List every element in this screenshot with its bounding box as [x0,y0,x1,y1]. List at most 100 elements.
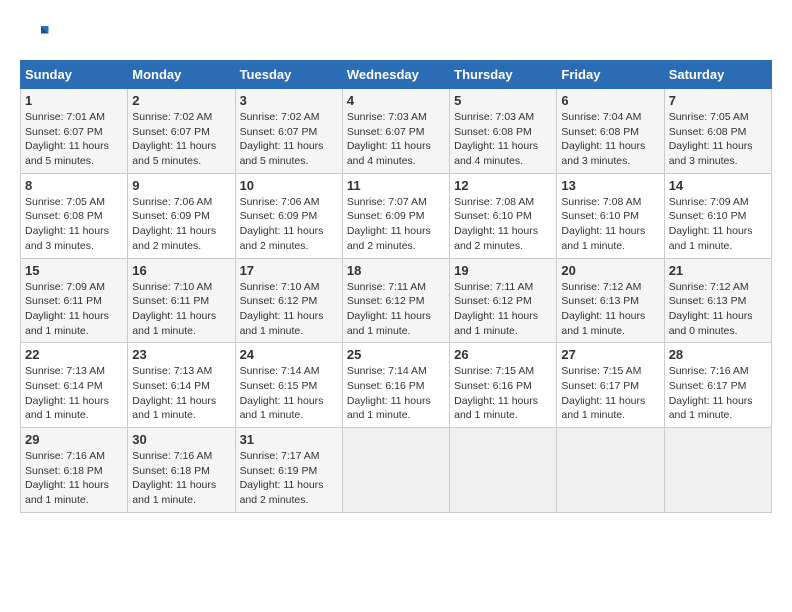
table-row: 25 Sunrise: 7:14 AMSunset: 6:16 PMDayligh… [342,343,449,428]
table-row: 10 Sunrise: 7:06 AMSunset: 6:09 PMDayligh… [235,173,342,258]
day-info: Sunrise: 7:12 AMSunset: 6:13 PMDaylight:… [669,280,767,339]
day-number: 5 [454,93,552,108]
calendar-week-row: 22Sunrise: 7:13 AMSunset: 6:14 PMDayligh… [21,343,772,428]
day-info: Sunrise: 7:08 AMSunset: 6:10 PMDaylight:… [561,195,659,254]
table-row: 5Sunrise: 7:03 AMSunset: 6:08 PMDaylight… [450,89,557,174]
table-row: 3 Sunrise: 7:02 AMSunset: 6:07 PMDaylight… [235,89,342,174]
day-info: Sunrise: 7:11 AMSunset: 6:12 PMDaylight:… [454,280,552,339]
table-row [450,428,557,513]
calendar-week-row: 15 Sunrise: 7:09 AMSunset: 6:11 PMDayligh… [21,258,772,343]
table-row: 9 Sunrise: 7:06 AMSunset: 6:09 PMDaylight… [128,173,235,258]
table-row [557,428,664,513]
day-info: Sunrise: 7:15 AMSunset: 6:16 PMDaylight:… [454,364,552,423]
day-info: Sunrise: 7:08 AMSunset: 6:10 PMDaylight:… [454,195,552,254]
day-info: Sunrise: 7:06 AMSunset: 6:09 PMDaylight:… [240,195,338,254]
col-wednesday: Wednesday [342,61,449,89]
table-row: 23Sunrise: 7:13 AMSunset: 6:14 PMDayligh… [128,343,235,428]
table-row [342,428,449,513]
day-info: Sunrise: 7:13 AMSunset: 6:14 PMDaylight:… [25,364,123,423]
table-row: 14 Sunrise: 7:09 AMSunset: 6:10 PMDayligh… [664,173,771,258]
day-info: Sunrise: 7:09 AMSunset: 6:11 PMDaylight:… [25,280,123,339]
day-info: Sunrise: 7:01 AMSunset: 6:07 PMDaylight:… [25,110,123,169]
table-row [664,428,771,513]
day-number: 26 [454,347,552,362]
day-number: 18 [347,263,445,278]
table-row: 19 Sunrise: 7:11 AMSunset: 6:12 PMDayligh… [450,258,557,343]
table-row: 27 Sunrise: 7:15 AMSunset: 6:17 PMDayligh… [557,343,664,428]
table-row: 16Sunrise: 7:10 AMSunset: 6:11 PMDayligh… [128,258,235,343]
day-info: Sunrise: 7:04 AMSunset: 6:08 PMDaylight:… [561,110,659,169]
calendar-week-row: 29 Sunrise: 7:16 AMSunset: 6:18 PMDayligh… [21,428,772,513]
day-info: Sunrise: 7:03 AMSunset: 6:07 PMDaylight:… [347,110,445,169]
day-number: 16 [132,263,230,278]
day-info: Sunrise: 7:09 AMSunset: 6:10 PMDaylight:… [669,195,767,254]
day-number: 4 [347,93,445,108]
col-monday: Monday [128,61,235,89]
col-tuesday: Tuesday [235,61,342,89]
col-sunday: Sunday [21,61,128,89]
day-info: Sunrise: 7:14 AMSunset: 6:16 PMDaylight:… [347,364,445,423]
day-number: 15 [25,263,123,278]
day-number: 25 [347,347,445,362]
day-info: Sunrise: 7:11 AMSunset: 6:12 PMDaylight:… [347,280,445,339]
table-row: 26 Sunrise: 7:15 AMSunset: 6:16 PMDayligh… [450,343,557,428]
day-number: 27 [561,347,659,362]
day-number: 20 [561,263,659,278]
table-row: 11 Sunrise: 7:07 AMSunset: 6:09 PMDayligh… [342,173,449,258]
calendar-week-row: 1 Sunrise: 7:01 AMSunset: 6:07 PMDaylight… [21,89,772,174]
day-number: 30 [132,432,230,447]
col-saturday: Saturday [664,61,771,89]
table-row: 18 Sunrise: 7:11 AMSunset: 6:12 PMDayligh… [342,258,449,343]
day-info: Sunrise: 7:02 AMSunset: 6:07 PMDaylight:… [132,110,230,169]
table-row: 28 Sunrise: 7:16 AMSunset: 6:17 PMDayligh… [664,343,771,428]
day-number: 2 [132,93,230,108]
table-row: 22Sunrise: 7:13 AMSunset: 6:14 PMDayligh… [21,343,128,428]
calendar-header-row: Sunday Monday Tuesday Wednesday Thursday… [21,61,772,89]
day-number: 7 [669,93,767,108]
day-info: Sunrise: 7:16 AMSunset: 6:18 PMDaylight:… [132,449,230,508]
day-info: Sunrise: 7:10 AMSunset: 6:12 PMDaylight:… [240,280,338,339]
table-row: 7 Sunrise: 7:05 AMSunset: 6:08 PMDaylight… [664,89,771,174]
day-number: 24 [240,347,338,362]
calendar: Sunday Monday Tuesday Wednesday Thursday… [20,60,772,513]
table-row: 2 Sunrise: 7:02 AMSunset: 6:07 PMDaylight… [128,89,235,174]
day-number: 3 [240,93,338,108]
day-number: 1 [25,93,123,108]
day-info: Sunrise: 7:02 AMSunset: 6:07 PMDaylight:… [240,110,338,169]
day-info: Sunrise: 7:16 AMSunset: 6:17 PMDaylight:… [669,364,767,423]
day-info: Sunrise: 7:07 AMSunset: 6:09 PMDaylight:… [347,195,445,254]
day-number: 19 [454,263,552,278]
day-number: 21 [669,263,767,278]
day-number: 10 [240,178,338,193]
day-number: 14 [669,178,767,193]
day-info: Sunrise: 7:05 AMSunset: 6:08 PMDaylight:… [25,195,123,254]
table-row: 12 Sunrise: 7:08 AMSunset: 6:10 PMDayligh… [450,173,557,258]
day-info: Sunrise: 7:05 AMSunset: 6:08 PMDaylight:… [669,110,767,169]
day-number: 9 [132,178,230,193]
day-number: 11 [347,178,445,193]
day-number: 31 [240,432,338,447]
logo-icon [20,20,50,50]
day-number: 17 [240,263,338,278]
day-info: Sunrise: 7:15 AMSunset: 6:17 PMDaylight:… [561,364,659,423]
table-row: 24Sunrise: 7:14 AMSunset: 6:15 PMDayligh… [235,343,342,428]
day-number: 6 [561,93,659,108]
day-info: Sunrise: 7:17 AMSunset: 6:19 PMDaylight:… [240,449,338,508]
day-number: 12 [454,178,552,193]
table-row: 20Sunrise: 7:12 AMSunset: 6:13 PMDayligh… [557,258,664,343]
table-row: 8 Sunrise: 7:05 AMSunset: 6:08 PMDaylight… [21,173,128,258]
table-row: 6 Sunrise: 7:04 AMSunset: 6:08 PMDaylight… [557,89,664,174]
day-number: 28 [669,347,767,362]
day-number: 29 [25,432,123,447]
table-row: 17 Sunrise: 7:10 AMSunset: 6:12 PMDayligh… [235,258,342,343]
day-number: 13 [561,178,659,193]
day-number: 8 [25,178,123,193]
page-header [20,20,772,50]
table-row: 29Sunrise: 7:16 AMSunset: 6:18 PMDayligh… [21,428,128,513]
col-thursday: Thursday [450,61,557,89]
day-info: Sunrise: 7:06 AMSunset: 6:09 PMDaylight:… [132,195,230,254]
col-friday: Friday [557,61,664,89]
calendar-week-row: 8 Sunrise: 7:05 AMSunset: 6:08 PMDaylight… [21,173,772,258]
table-row: 15 Sunrise: 7:09 AMSunset: 6:11 PMDayligh… [21,258,128,343]
table-row: 31 Sunrise: 7:17 AMSunset: 6:19 PMDayligh… [235,428,342,513]
